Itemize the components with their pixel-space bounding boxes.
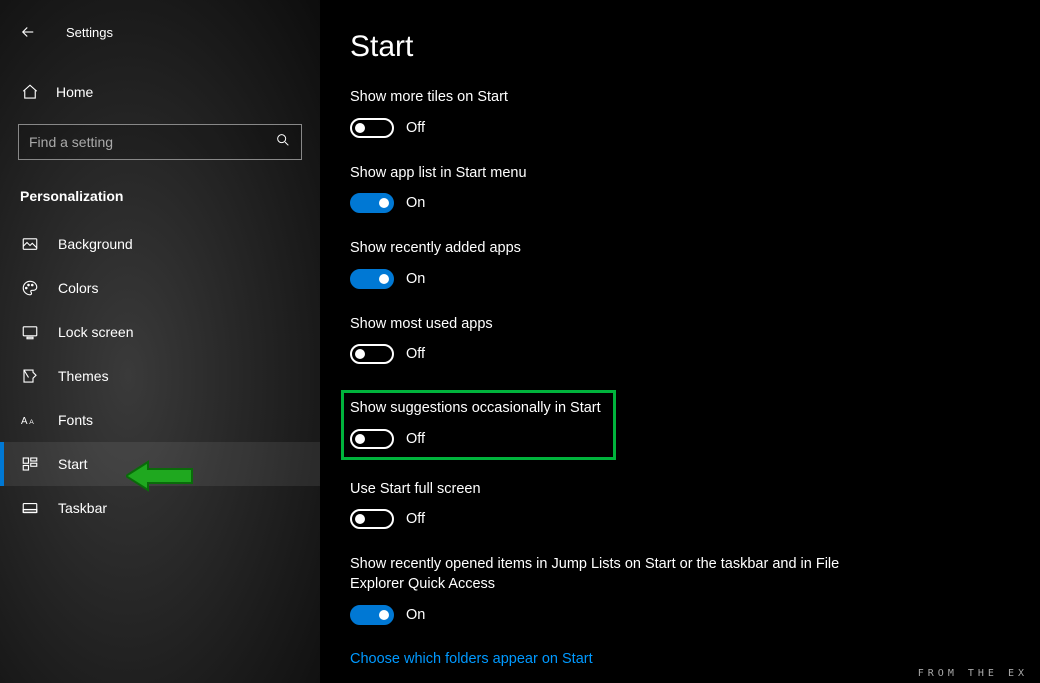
setting-label: Show suggestions occasionally in Start xyxy=(350,399,601,419)
app-title: Settings xyxy=(66,25,113,40)
sidebar-item-colors[interactable]: Colors xyxy=(0,266,320,310)
setting-suggestions: Show suggestions occasionally in Start O… xyxy=(350,399,601,449)
setting-label: Show recently opened items in Jump Lists… xyxy=(350,555,860,594)
watermark: FROM THE EX xyxy=(918,668,1028,679)
toggle-state: On xyxy=(406,607,425,623)
toggle-app-list[interactable] xyxy=(350,193,394,213)
section-header: Personalization xyxy=(0,182,320,222)
sidebar-item-label: Colors xyxy=(58,280,98,296)
sidebar-item-background[interactable]: Background xyxy=(0,222,320,266)
toggle-suggestions[interactable] xyxy=(350,429,394,449)
setting-recent-apps: Show recently added apps On xyxy=(350,239,1010,289)
sidebar-item-taskbar[interactable]: Taskbar xyxy=(0,486,320,530)
home-label: Home xyxy=(56,84,93,100)
start-icon xyxy=(20,454,40,474)
sidebar-item-fonts[interactable]: AA Fonts xyxy=(0,398,320,442)
setting-label: Show more tiles on Start xyxy=(350,88,860,108)
picture-icon xyxy=(20,234,40,254)
settings-window: Settings Home Personalization Background xyxy=(0,0,1040,683)
toggle-recent-apps[interactable] xyxy=(350,269,394,289)
sidebar-item-lock-screen[interactable]: Lock screen xyxy=(0,310,320,354)
toggle-state: Off xyxy=(406,120,425,136)
setting-label: Use Start full screen xyxy=(350,480,860,500)
page-title: Start xyxy=(350,30,1010,64)
toggle-state: Off xyxy=(406,431,425,447)
setting-label: Show app list in Start menu xyxy=(350,164,860,184)
toggle-more-tiles[interactable] xyxy=(350,118,394,138)
setting-app-list: Show app list in Start menu On xyxy=(350,164,1010,214)
toggle-state: Off xyxy=(406,511,425,527)
toggle-state: On xyxy=(406,271,425,287)
search-container xyxy=(18,124,302,160)
svg-text:A: A xyxy=(29,419,34,426)
sidebar-item-label: Lock screen xyxy=(58,324,133,340)
search-input[interactable] xyxy=(29,134,275,150)
sidebar-item-themes[interactable]: Themes xyxy=(0,354,320,398)
setting-label: Show most used apps xyxy=(350,315,860,335)
toggle-most-used[interactable] xyxy=(350,344,394,364)
palette-icon xyxy=(20,278,40,298)
main-content: Start Show more tiles on Start Off Show … xyxy=(320,0,1040,683)
sidebar-item-home[interactable]: Home xyxy=(0,72,320,112)
setting-label: Show recently added apps xyxy=(350,239,860,259)
back-arrow-icon xyxy=(19,23,37,41)
setting-jump-lists: Show recently opened items in Jump Lists… xyxy=(350,555,1010,624)
sidebar-item-label: Start xyxy=(58,456,88,472)
setting-most-used: Show most used apps Off xyxy=(350,315,1010,365)
back-button[interactable] xyxy=(12,16,44,48)
sidebar-item-label: Taskbar xyxy=(58,500,107,516)
sidebar-item-label: Fonts xyxy=(58,412,93,428)
taskbar-icon xyxy=(20,498,40,518)
svg-text:A: A xyxy=(21,416,28,427)
titlebar: Settings xyxy=(0,0,320,72)
toggle-state: On xyxy=(406,195,425,211)
setting-more-tiles: Show more tiles on Start Off xyxy=(350,88,1010,138)
fonts-icon: AA xyxy=(20,410,40,430)
toggle-jump-lists[interactable] xyxy=(350,605,394,625)
toggle-full-screen[interactable] xyxy=(350,509,394,529)
lock-screen-icon xyxy=(20,322,40,342)
annotation-highlight: Show suggestions occasionally in Start O… xyxy=(341,390,616,460)
sidebar-item-label: Themes xyxy=(58,368,109,384)
toggle-state: Off xyxy=(406,346,425,362)
themes-icon xyxy=(20,366,40,386)
search-box[interactable] xyxy=(18,124,302,160)
sidebar: Settings Home Personalization Background xyxy=(0,0,320,683)
sidebar-item-start[interactable]: Start xyxy=(0,442,320,486)
sidebar-item-label: Background xyxy=(58,236,133,252)
home-icon xyxy=(20,82,40,102)
setting-full-screen: Use Start full screen Off xyxy=(350,480,1010,530)
choose-folders-link[interactable]: Choose which folders appear on Start xyxy=(350,651,1010,667)
search-icon xyxy=(275,132,291,153)
